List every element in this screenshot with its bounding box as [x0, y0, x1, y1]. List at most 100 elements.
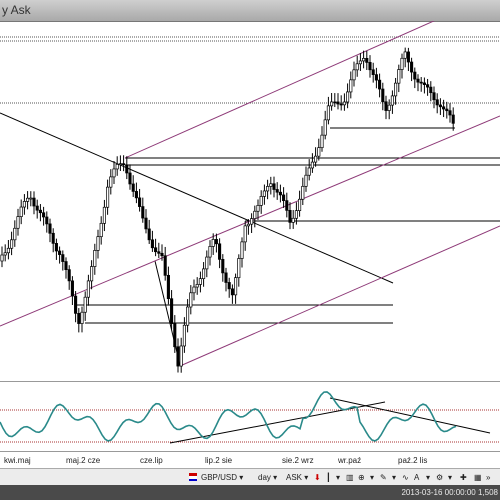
- chevron-down-icon[interactable]: ▾: [336, 471, 340, 483]
- window-titlebar: y Ask: [0, 0, 500, 22]
- candle-body: [307, 167, 311, 176]
- candle-body: [352, 69, 356, 81]
- time-axis: kwi.maj maj.2 cze cze.lip lip.2 sie sie.…: [0, 451, 500, 469]
- candle-body: [230, 288, 234, 296]
- flag-icon[interactable]: [188, 471, 198, 483]
- candle-body: [58, 250, 62, 255]
- candle-body: [291, 217, 295, 223]
- candle-body: [224, 272, 228, 283]
- time-axis-label: sie.2 wrz: [282, 456, 314, 465]
- period-select[interactable]: day ▾: [258, 471, 277, 483]
- candle-body: [122, 163, 126, 166]
- candle-body: [214, 239, 218, 245]
- price-chart-canvas[interactable]: [0, 21, 500, 381]
- candle-body: [54, 243, 58, 252]
- price-type-value: ASK: [286, 472, 303, 482]
- candle-body: [77, 313, 81, 324]
- candle-body: [320, 134, 324, 149]
- candle-body: [32, 197, 36, 207]
- candle-body: [298, 198, 302, 211]
- candle-body: [234, 277, 238, 296]
- candle-type-icon[interactable]: ┃: [326, 471, 331, 483]
- grid-icon[interactable]: ▦: [474, 471, 482, 483]
- candle-body: [304, 174, 308, 187]
- candle-body: [22, 201, 26, 208]
- chevron-down-icon[interactable]: ▾: [448, 471, 452, 483]
- candle-body: [406, 51, 410, 63]
- chevron-down-icon[interactable]: ▾: [426, 471, 430, 483]
- chevron-down-icon: ▾: [270, 472, 278, 482]
- candle-body: [80, 311, 84, 324]
- candle-body: [99, 222, 103, 238]
- chart-type-icon[interactable]: ▥: [346, 471, 354, 483]
- candle-body: [435, 99, 439, 106]
- window-title: y Ask: [2, 3, 31, 17]
- candle-body: [285, 200, 289, 211]
- candle-body: [413, 71, 417, 80]
- trend-line[interactable]: [0, 112, 394, 284]
- candle-body: [134, 191, 138, 199]
- oscillator-canvas[interactable]: [0, 382, 500, 452]
- candle-body: [310, 161, 314, 169]
- chevron-down-icon[interactable]: ▾: [370, 471, 374, 483]
- candle-body: [141, 206, 145, 219]
- candle-body: [349, 79, 353, 93]
- candle-body: [256, 205, 260, 212]
- candle-body: [42, 212, 46, 218]
- candle-body: [346, 91, 350, 103]
- candle-body: [266, 186, 270, 192]
- candle-body: [317, 147, 321, 157]
- candle-body: [0, 254, 4, 262]
- candle-body: [426, 84, 430, 88]
- candle-body: [250, 218, 254, 225]
- candle-body: [339, 103, 343, 106]
- candle-body: [384, 101, 388, 111]
- candle-body: [102, 206, 106, 224]
- candle-body: [211, 239, 215, 247]
- text-tool-icon[interactable]: A: [414, 471, 419, 483]
- more-icon[interactable]: »: [486, 471, 490, 483]
- candle-body: [195, 284, 199, 288]
- candle-body: [202, 268, 206, 279]
- candle-body: [362, 57, 366, 62]
- candle-body: [390, 95, 394, 106]
- candle-body: [381, 88, 385, 103]
- candle-body: [323, 119, 327, 136]
- candle-body: [438, 104, 442, 108]
- price-type-select[interactable]: ASK ▾: [286, 471, 308, 483]
- settings-icon[interactable]: ⚙: [436, 471, 443, 483]
- indicator-icon[interactable]: ∿: [402, 471, 409, 483]
- candle-body: [189, 292, 193, 308]
- candle-body: [192, 286, 196, 294]
- candle-body: [294, 210, 298, 219]
- oscillator-trend-line[interactable]: [329, 397, 491, 434]
- candle-body: [86, 280, 90, 298]
- candle-body: [368, 62, 372, 71]
- candle-body: [253, 210, 257, 219]
- crosshair-icon[interactable]: ✚: [460, 471, 467, 483]
- candle-body: [432, 92, 436, 101]
- candle-body: [96, 236, 100, 251]
- candle-body: [147, 228, 151, 241]
- candle-body: [218, 243, 222, 260]
- candle-body: [64, 261, 68, 270]
- candle-body: [208, 246, 212, 258]
- arrow-down-icon[interactable]: ⬇: [314, 471, 321, 483]
- candle-body: [282, 194, 286, 201]
- time-axis-label: kwi.maj: [4, 456, 31, 465]
- candle-body: [48, 223, 52, 234]
- candle-body: [13, 227, 17, 241]
- zoom-icon[interactable]: ⊕: [358, 471, 365, 483]
- candle-body: [269, 183, 273, 187]
- candle-body: [445, 108, 449, 112]
- chevron-down-icon[interactable]: ▾: [392, 471, 396, 483]
- channel-lower-line[interactable]: [179, 225, 500, 367]
- price-chart[interactable]: [0, 21, 500, 381]
- candle-body: [400, 57, 404, 70]
- symbol-select[interactable]: GBP/USD ▾: [201, 471, 243, 483]
- candlestick-series[interactable]: [0, 47, 455, 373]
- candle-body: [26, 197, 30, 202]
- draw-tool-icon[interactable]: ✎: [380, 471, 387, 483]
- oscillator-panel[interactable]: [0, 381, 500, 452]
- time-axis-label: lip.2 sie: [205, 456, 233, 465]
